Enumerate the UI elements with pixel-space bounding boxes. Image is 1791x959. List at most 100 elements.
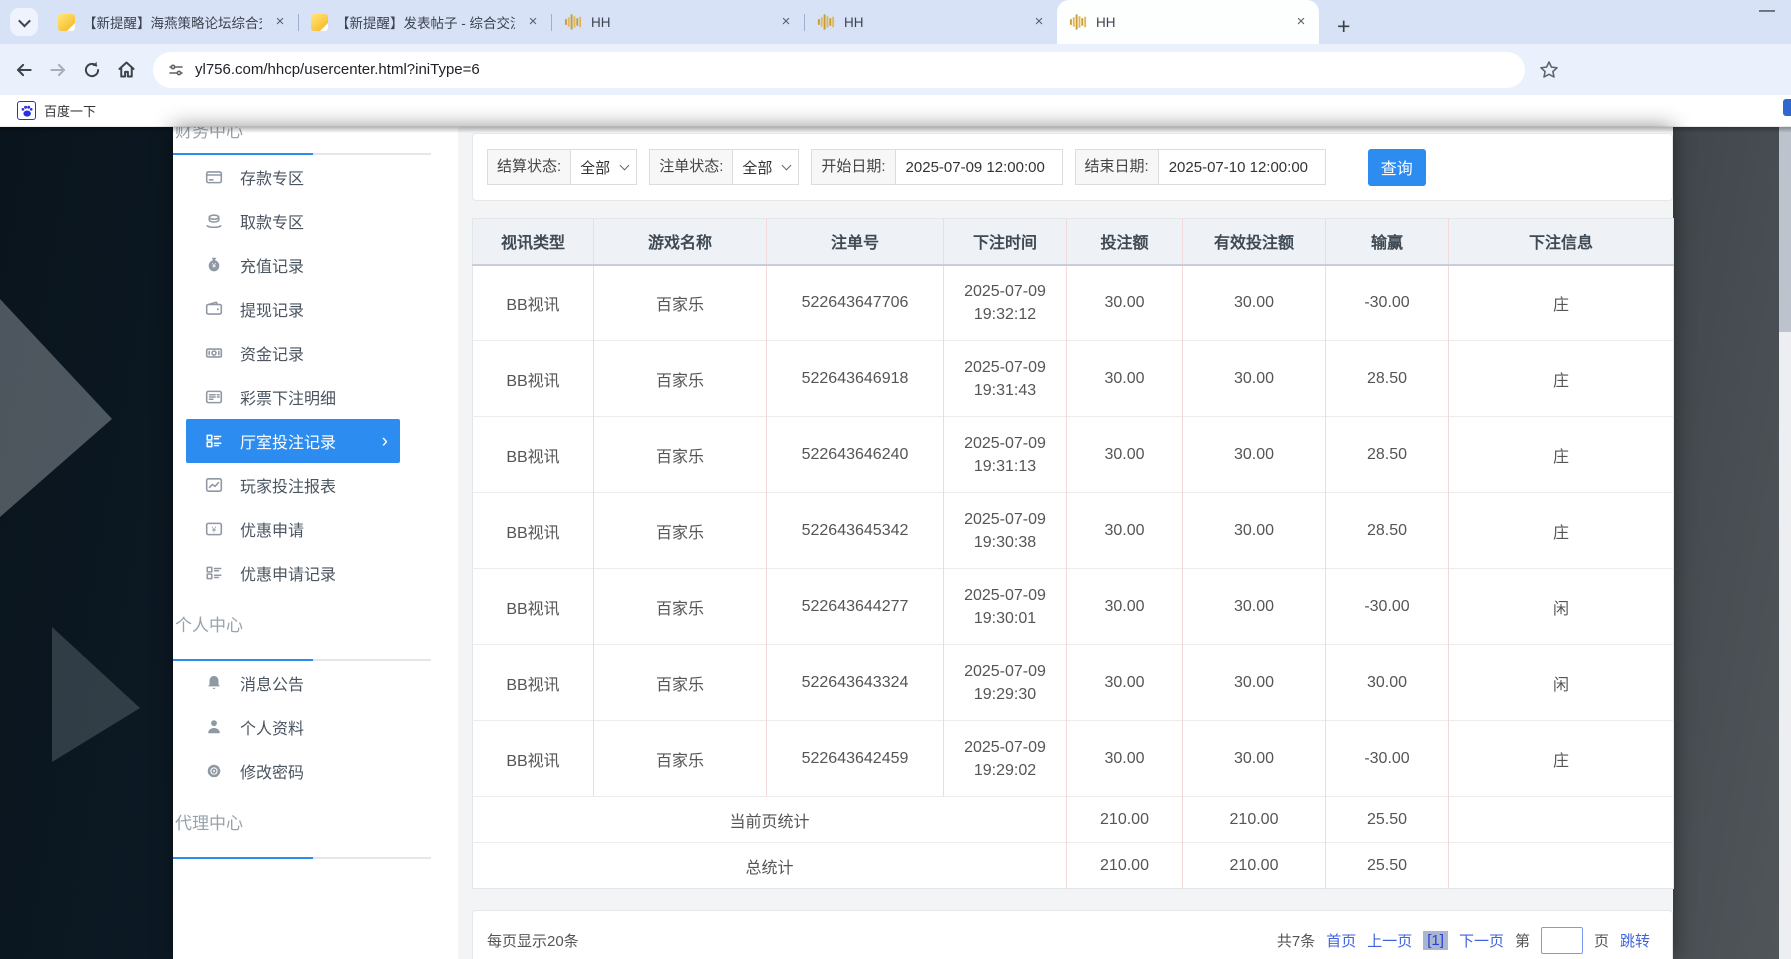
reload-icon[interactable]: [82, 60, 102, 80]
gold-wave-favicon: [1069, 14, 1088, 30]
sidebar-item-label: 取款专区: [240, 209, 304, 233]
home-icon[interactable]: [116, 59, 137, 80]
table-cell: BB视讯: [473, 265, 594, 341]
settle-status-label: 结算状态:: [487, 149, 570, 185]
browser-tab[interactable]: 【新提醒】发表帖子 - 综合交流×: [299, 0, 551, 44]
sidebar-item-优惠申请记录[interactable]: 优惠申请记录: [173, 551, 458, 595]
sidebar-item-label: 存款专区: [240, 165, 304, 189]
current-page-badge[interactable]: [1]: [1423, 931, 1448, 950]
sidebar-item-label: 资金记录: [240, 341, 304, 365]
end-date-input[interactable]: 2025-07-10 12:00:00: [1158, 149, 1326, 185]
sidebar-item-label: 彩票下注明细: [240, 385, 336, 409]
money-bag-icon: ¥: [205, 256, 223, 274]
table-cell: 庄: [1449, 493, 1674, 569]
browser-tab[interactable]: HH ×: [805, 0, 1057, 44]
tab-title: HH: [844, 15, 1021, 30]
banknote-icon: [205, 344, 223, 362]
browser-tab[interactable]: HH ×: [552, 0, 804, 44]
tab-close-icon[interactable]: ×: [523, 12, 543, 32]
hand-coin-icon: [205, 212, 223, 230]
table-cell: 30.00: [1183, 265, 1326, 341]
sidebar-item-label: 充值记录: [240, 253, 304, 277]
sidebar-item-玩家投注报表[interactable]: 玩家投注报表: [173, 463, 458, 507]
summary-cell: 210.00: [1067, 843, 1183, 889]
gear-icon: [205, 762, 223, 780]
table-cell: 28.50: [1326, 493, 1449, 569]
search-button[interactable]: 查询: [1368, 149, 1426, 186]
site-info-icon[interactable]: [167, 61, 185, 79]
table-cell: 庄: [1449, 721, 1674, 797]
url-omnibox[interactable]: yl756.com/hhcp/usercenter.html?iniType=6: [153, 52, 1525, 88]
browser-toolbar: yl756.com/hhcp/usercenter.html?iniType=6: [0, 44, 1791, 95]
start-date-input[interactable]: 2025-07-09 12:00:00: [895, 149, 1063, 185]
sidebar-item-优惠申请[interactable]: ¥优惠申请: [173, 507, 458, 551]
browser-tab[interactable]: HH ×: [1057, 0, 1319, 44]
prev-page-link[interactable]: 上一页: [1367, 930, 1412, 951]
sidebar-item-提现记录[interactable]: 提现记录: [173, 287, 458, 331]
table-header-row: 视讯类型游戏名称注单号下注时间投注额有效投注额输赢下注信息: [473, 219, 1674, 265]
settle-status-select[interactable]: 全部: [570, 149, 637, 185]
sidebar-item-修改密码[interactable]: 修改密码: [173, 749, 458, 793]
scrollbar-thumb[interactable]: [1779, 127, 1791, 332]
sidebar-item-个人资料[interactable]: 个人资料: [173, 705, 458, 749]
sidebar-item-存款专区[interactable]: 存款专区: [173, 155, 458, 199]
table-cell: 522643642459: [767, 721, 944, 797]
sidebar-item-充值记录[interactable]: ¥ 充值记录: [173, 243, 458, 287]
forward-icon[interactable]: [48, 60, 68, 80]
tab-search-chevron-button[interactable]: [10, 8, 38, 36]
summary-label: 总统计: [473, 843, 1067, 889]
list-detail-icon: [205, 388, 223, 406]
first-page-link[interactable]: 首页: [1326, 930, 1356, 951]
table-cell: 30.00: [1183, 721, 1326, 797]
table-row: BB视讯百家乐5226436469182025-07-0919:31:4330.…: [473, 341, 1674, 417]
page-scrollbar[interactable]: [1779, 127, 1791, 959]
tab-title: HH: [591, 15, 768, 30]
page-jump-input[interactable]: [1541, 927, 1583, 954]
table-cell: 百家乐: [594, 569, 767, 645]
table-cell: -30.00: [1326, 569, 1449, 645]
decorative-triangle: [52, 627, 140, 762]
new-tab-button[interactable]: +: [1337, 15, 1350, 44]
order-status-select[interactable]: 全部: [732, 149, 799, 185]
window-minimize-button[interactable]: —: [1759, 2, 1775, 20]
summary-cell: [1449, 797, 1674, 843]
tab-close-icon[interactable]: ×: [270, 12, 290, 32]
sidebar-item-消息公告[interactable]: 消息公告: [173, 661, 458, 705]
bet-records-table-card: 视讯类型游戏名称注单号下注时间投注额有效投注额输赢下注信息 BB视讯百家乐522…: [472, 218, 1673, 889]
summary-cell: 210.00: [1067, 797, 1183, 843]
summary-cell: 25.50: [1326, 843, 1449, 889]
edge-panel-icon[interactable]: [1783, 99, 1791, 116]
sidebar-item-厅室投注记录[interactable]: 厅室投注记录›: [186, 419, 400, 463]
table-cell: 522643647706: [767, 265, 944, 341]
table-cell: 百家乐: [594, 417, 767, 493]
back-icon[interactable]: [14, 60, 34, 80]
next-page-link[interactable]: 下一页: [1459, 930, 1504, 951]
yellow-note-favicon: [58, 14, 75, 31]
pagination-bar: 每页显示20条 共7条 首页 上一页 [1] 下一页 第 页 跳转: [472, 910, 1673, 959]
sidebar-item-资金记录[interactable]: 资金记录: [173, 331, 458, 375]
tab-title: HH: [1096, 15, 1283, 30]
sidebar-item-彩票下注明细[interactable]: 彩票下注明细: [173, 375, 458, 419]
tab-close-icon[interactable]: ×: [1029, 12, 1049, 32]
card-icon: [205, 168, 223, 186]
bookmark-label[interactable]: 百度一下: [44, 101, 96, 120]
table-cell: BB视讯: [473, 645, 594, 721]
jump-button[interactable]: 跳转: [1620, 930, 1650, 951]
tab-close-icon[interactable]: ×: [776, 12, 796, 32]
table-row: BB视讯百家乐5226436477062025-07-0919:32:1230.…: [473, 265, 1674, 341]
table-cell: 522643646240: [767, 417, 944, 493]
table-cell: 28.50: [1326, 341, 1449, 417]
table-cell: 30.00: [1183, 341, 1326, 417]
bookmark-star-icon[interactable]: [1539, 60, 1559, 80]
chart-icon: [205, 476, 223, 494]
table-row: BB视讯百家乐5226436433242025-07-0919:29:3030.…: [473, 645, 1674, 721]
table-cell: 30.00: [1067, 417, 1183, 493]
tab-close-icon[interactable]: ×: [1291, 12, 1311, 32]
table-cell: BB视讯: [473, 721, 594, 797]
url-text[interactable]: yl756.com/hhcp/usercenter.html?iniType=6: [195, 61, 480, 78]
table-cell: 闲: [1449, 645, 1674, 721]
sidebar-item-取款专区[interactable]: 取款专区: [173, 199, 458, 243]
browser-tab[interactable]: 【新提醒】海燕策略论坛综合交 ×: [46, 0, 298, 44]
tab-title: 【新提醒】海燕策略论坛综合交: [83, 12, 262, 32]
end-date-label: 结束日期:: [1075, 149, 1158, 185]
